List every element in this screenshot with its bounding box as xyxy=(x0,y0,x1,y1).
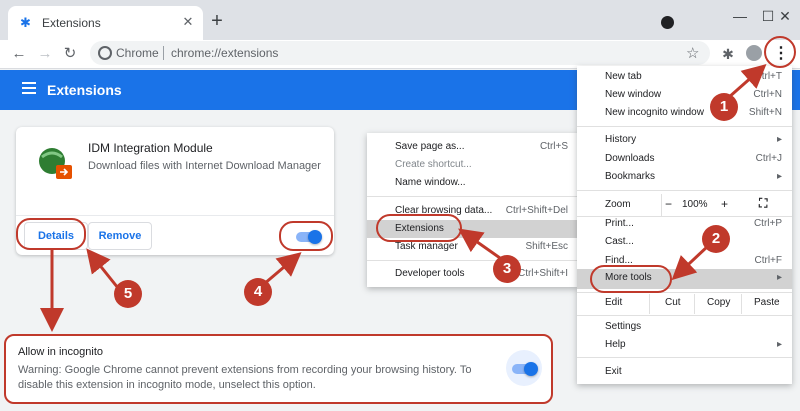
step-badge-4: 4 xyxy=(244,278,272,306)
annotation-arrows xyxy=(40,64,767,332)
arrow-2 xyxy=(671,244,710,281)
arrow-1 xyxy=(727,64,767,100)
step-badge-2: 2 xyxy=(702,225,730,253)
arrow-4 xyxy=(263,252,302,286)
arrow-3 xyxy=(458,228,501,260)
arrow-5 xyxy=(86,248,120,289)
step-badge-1: 1 xyxy=(710,93,738,121)
step-badge-3: 3 xyxy=(493,255,521,283)
step-badge-5: 5 xyxy=(114,280,142,308)
